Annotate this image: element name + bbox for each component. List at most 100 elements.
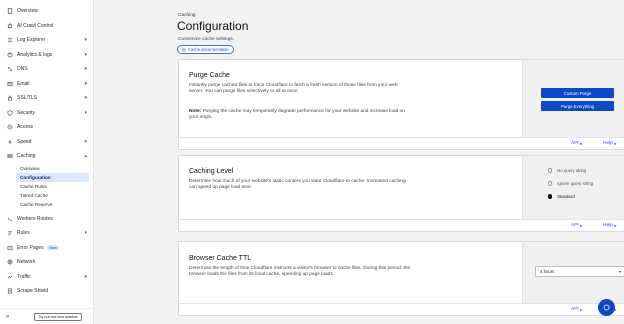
purge-everything-button[interactable]: Purge Everything — [541, 101, 614, 111]
note-text: Purging the cache may temporarily degrad… — [189, 109, 405, 121]
caching-level-footer: API ▸ Help ▸ — [179, 219, 624, 231]
sidebar-footer: « Try out our new sidebar — [0, 308, 94, 324]
chevron-down-icon: ▾ — [84, 51, 87, 58]
sidebar-item-rules[interactable]: Rules ▾ — [0, 226, 93, 241]
chevron-down-icon: ▾ — [84, 138, 87, 145]
chevron-down-icon: ▾ — [84, 273, 87, 280]
caret-right-icon: ▸ — [580, 306, 583, 312]
new-badge: New — [46, 245, 60, 251]
chat-icon — [603, 304, 610, 311]
help-link[interactable]: Help▸ — [603, 141, 617, 147]
lock-icon — [6, 95, 13, 102]
sidebar-item-ssl-tls[interactable]: SSL/TLS ▾ — [0, 91, 93, 106]
api-link-label: API — [571, 141, 579, 146]
robot-icon — [6, 22, 13, 29]
sidebar-list: Overview AI Crawl Control Log Explorer ▾… — [0, 0, 93, 164]
chat-button[interactable] — [598, 299, 615, 316]
browser-cache-ttl-select[interactable]: 4 hours ▾ — [535, 266, 624, 277]
sidebar-item-error-pages[interactable]: Error Pages New — [0, 240, 93, 255]
sidebar-item-access[interactable]: Access — [0, 120, 93, 135]
sidebar-item-dns[interactable]: DNS ▾ — [0, 62, 93, 77]
sidebar-item-security[interactable]: Security ▾ — [0, 106, 93, 121]
log-icon — [6, 37, 13, 44]
browser-cache-ttl-title: Browser Cache TTL — [189, 255, 252, 262]
chart-icon — [6, 51, 13, 58]
caret-right-icon: ▸ — [614, 222, 617, 228]
purge-cache-description: Instantly purge cached files to force Cl… — [189, 83, 398, 95]
radio-standard[interactable]: Standard — [548, 194, 575, 199]
sidebar-item-label: Caching — [17, 153, 36, 160]
sidebar-list-lower: Workers Routes Rules ▾ Error Pages New N… — [0, 209, 93, 298]
page-subtitle: Customize cache settings. — [178, 37, 234, 42]
try-new-sidebar-button[interactable]: Try out our new sidebar — [34, 312, 82, 321]
api-link-label: API — [571, 307, 579, 312]
radio-no-query-string[interactable]: No query string — [548, 168, 586, 173]
sidebar-item-label: Log Explorer — [17, 37, 46, 44]
radio-circle-selected — [548, 194, 553, 199]
help-link-label: Help — [603, 223, 613, 228]
sidebar-item-log-explorer[interactable]: Log Explorer ▾ — [0, 33, 93, 48]
cache-documentation-link[interactable]: ▤ Cache documentation — [177, 45, 234, 54]
caret-right-icon: ▸ — [580, 140, 583, 146]
purge-actions-panel: Custom Purge Purge Everything — [522, 60, 624, 138]
radio-circle — [548, 181, 553, 186]
caret-right-icon: ▸ — [614, 140, 617, 146]
submenu-item-overview[interactable]: Overview — [0, 164, 93, 173]
sidebar-item-label: Security — [17, 109, 36, 116]
rules-icon — [6, 230, 13, 237]
collapse-sidebar-icon[interactable]: « — [6, 314, 20, 320]
help-link[interactable]: Help▸ — [603, 223, 617, 229]
api-link-label: API — [571, 223, 579, 228]
note-label: Note: — [189, 109, 202, 114]
sidebar-item-overview[interactable]: Overview — [0, 4, 93, 19]
purge-cache-footer: API ▸ Help ▸ — [179, 137, 624, 149]
browser-cache-ttl-panel: 4 hours ▾ — [522, 242, 624, 304]
api-link[interactable]: API ▸ — [571, 223, 582, 229]
sidebar-item-caching[interactable]: Caching ▴ — [0, 149, 93, 164]
radio-circle — [548, 168, 553, 173]
sidebar-item-analytics[interactable]: Analytics & logs ▾ — [0, 48, 93, 63]
purge-cache-card: Purge Cache Instantly purge cached files… — [178, 59, 624, 150]
custom-purge-button[interactable]: Custom Purge — [541, 88, 614, 98]
sidebar-item-email[interactable]: Email ▾ — [0, 77, 93, 92]
speed-icon — [6, 138, 13, 145]
submenu-item-configuration[interactable]: Configuration — [16, 172, 89, 182]
workers-icon — [6, 215, 13, 222]
traffic-icon — [6, 273, 13, 280]
caching-submenu: Overview Configuration Cache Rules Tiere… — [0, 164, 93, 210]
error-icon — [6, 244, 13, 251]
breadcrumb[interactable]: Caching — [178, 13, 196, 18]
select-value: 4 hours — [540, 269, 555, 274]
sidebar-item-label: DNS — [17, 66, 28, 73]
caching-icon — [6, 153, 13, 160]
help-link-label: Help — [603, 141, 613, 146]
sidebar-item-label: Network — [17, 259, 36, 266]
submenu-item-cache-rules[interactable]: Cache Rules — [0, 182, 93, 191]
api-link[interactable]: API ▸ — [571, 307, 582, 313]
sidebar-item-label: Analytics & logs — [17, 51, 53, 58]
chevron-down-icon: ▾ — [84, 80, 87, 87]
page-title: Configuration — [177, 19, 249, 33]
caching-level-card: Caching Level Determine how much of your… — [178, 155, 624, 232]
sidebar-item-workers-routes[interactable]: Workers Routes — [0, 211, 93, 226]
sidebar-item-label: Email — [17, 80, 30, 87]
sidebar-item-speed[interactable]: Speed ▾ — [0, 135, 93, 150]
sidebar-item-label: Overview — [17, 8, 38, 15]
document-icon — [6, 8, 13, 15]
scrape-icon — [6, 288, 13, 295]
sidebar-item-label: SSL/TLS — [17, 95, 38, 102]
radio-label: Ignore query string — [557, 181, 594, 186]
sidebar-item-traffic[interactable]: Traffic ▾ — [0, 269, 93, 284]
radio-ignore-query-string[interactable]: Ignore query string — [548, 181, 593, 186]
sidebar-item-scrape-shield[interactable]: Scrape Shield — [0, 284, 93, 299]
chevron-up-icon: ▴ — [84, 153, 87, 160]
chevron-down-icon: ▾ — [84, 230, 87, 237]
sidebar-item-network[interactable]: Network — [0, 255, 93, 270]
sidebar-item-label: Workers Routes — [17, 215, 53, 222]
main-content: Caching Configuration Customize cache se… — [94, 0, 624, 324]
submenu-item-tiered-cache[interactable]: Tiered Cache — [0, 191, 93, 200]
api-link[interactable]: API ▸ — [571, 141, 582, 147]
sidebar-item-ai-crawl-control[interactable]: AI Crawl Control — [0, 19, 93, 34]
submenu-item-cache-reserve[interactable]: Cache Reserve — [0, 200, 93, 209]
radio-label: Standard — [557, 194, 575, 199]
